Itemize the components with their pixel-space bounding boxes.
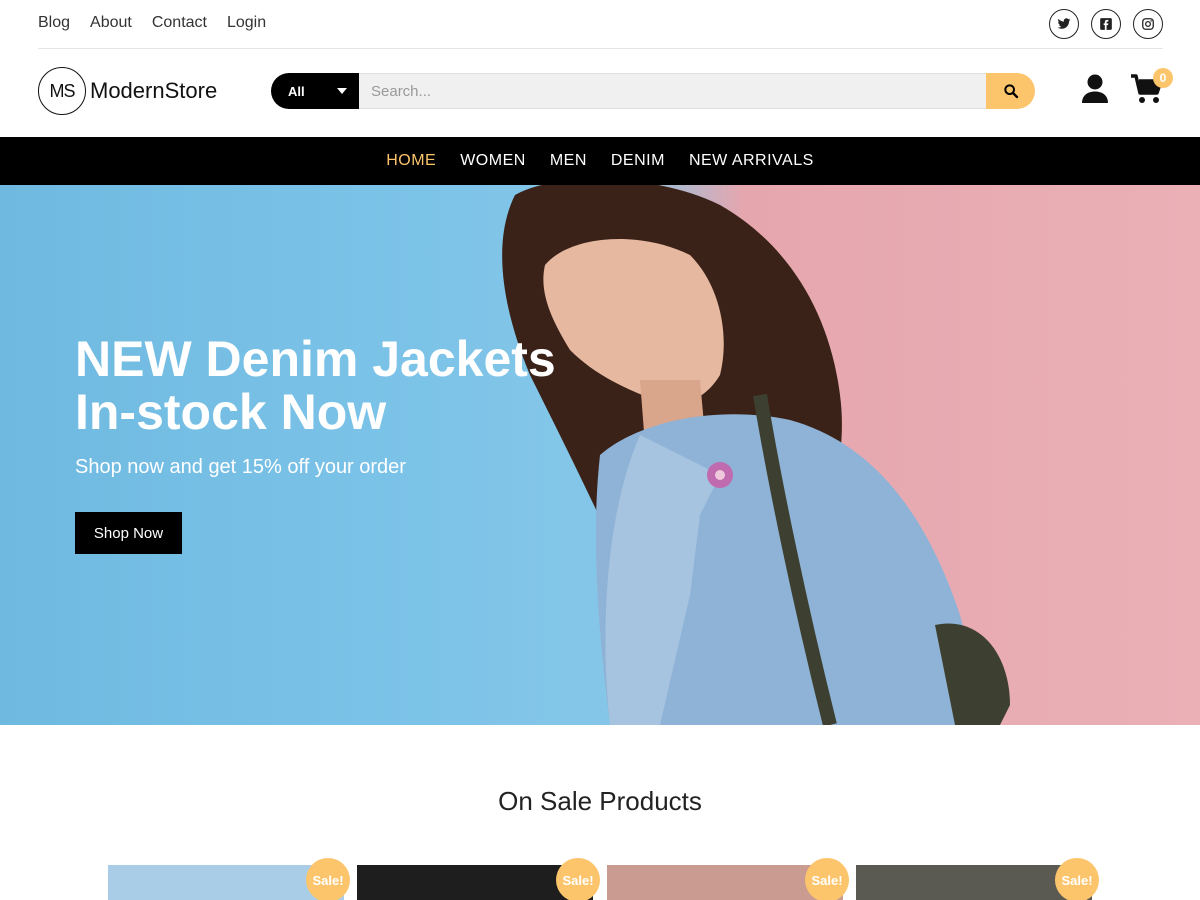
nav-new-arrivals[interactable]: NEW ARRIVALS [689,152,814,170]
search-bar: All [271,73,1035,109]
social-links [1049,9,1163,39]
facebook-icon[interactable] [1091,9,1121,39]
hero-subtitle: Shop now and get 15% off your order [75,456,406,478]
twitter-icon[interactable] [1049,9,1079,39]
cart-count-badge: 0 [1153,68,1173,88]
hero-image [502,185,1010,725]
shop-now-button[interactable]: Shop Now [75,512,182,554]
store-logo[interactable]: MS ModernStore [38,67,217,115]
main-nav: HOME WOMEN MEN DENIM NEW ARRIVALS [0,137,1200,185]
search-category-label: All [288,83,305,99]
contact-link[interactable]: Contact [152,14,207,32]
search-category-select[interactable]: All [271,73,359,109]
top-links: Blog About Contact Login [38,14,266,32]
sale-badge: Sale! [306,858,350,900]
nav-women[interactable]: WOMEN [460,152,526,170]
sale-badge: Sale! [556,858,600,900]
search-button[interactable] [986,73,1035,109]
product-grid: Sale! Sale! Sale! Sale! [108,858,1099,900]
blog-link[interactable]: Blog [38,14,70,32]
section-title: On Sale Products [498,786,702,816]
about-link[interactable]: About [90,14,132,32]
hero-title-line-2: In-stock Now [75,384,387,440]
user-icon[interactable] [1081,74,1109,104]
sale-badge: Sale! [1055,858,1099,900]
login-link[interactable]: Login [227,14,266,32]
logo-mark: MS [38,67,86,115]
logo-text: ModernStore [90,78,218,103]
hero-title: NEW Denim Jackets In-stock Now [75,333,595,439]
nav-denim[interactable]: DENIM [611,152,665,170]
sale-badge: Sale! [805,858,849,900]
nav-men[interactable]: MEN [550,152,587,170]
nav-home[interactable]: HOME [386,152,436,170]
hero-banner: NEW Denim Jackets In-stock Now Shop now … [0,185,1200,725]
search-icon [1003,84,1018,99]
top-bar: Blog About Contact Login [38,0,1163,49]
chevron-down-icon [337,88,347,94]
search-input[interactable] [359,73,986,109]
hero-title-line-1: NEW Denim Jackets [75,331,556,387]
instagram-icon[interactable] [1133,9,1163,39]
